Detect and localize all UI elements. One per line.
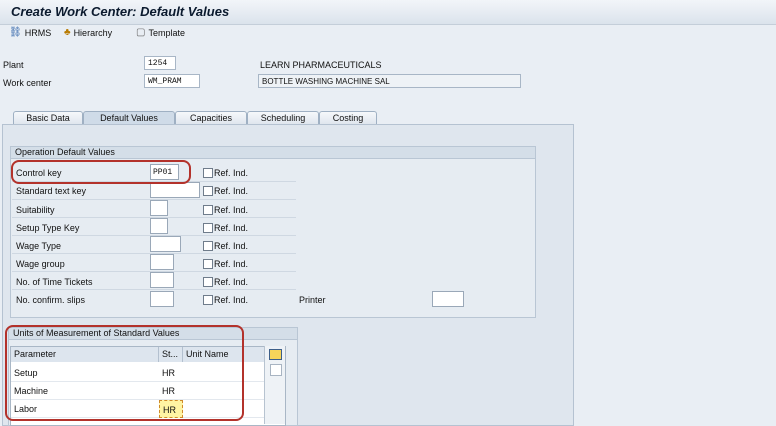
link-icon: ⛓: [9, 27, 22, 38]
window-title: Create Work Center: Default Values: [11, 4, 230, 19]
plant-description: LEARN PHARMACEUTICALS: [260, 60, 382, 70]
hrms-label: HRMS: [24, 28, 52, 38]
table-cell-unit-name: [183, 382, 265, 400]
hierarchy-icon: ♣: [64, 27, 71, 38]
tab-costing[interactable]: Costing: [319, 111, 377, 124]
work-center-field[interactable]: WM_PRAM: [144, 74, 200, 88]
wage-type-input[interactable]: [150, 236, 181, 252]
units-title: Units of Measurement of Standard Values: [9, 328, 297, 340]
confirm-slips-label: No. confirm. slips: [16, 295, 86, 305]
time-tickets-ref-checkbox[interactable]: [203, 277, 213, 287]
table-cell-parameter: Labor: [11, 400, 159, 418]
scroll-thumb[interactable]: [270, 364, 282, 376]
wage-group-input[interactable]: [150, 254, 174, 270]
confirm-slips-input[interactable]: [150, 291, 174, 307]
table-cell-unit[interactable]: HR: [159, 382, 183, 400]
table-settings-icon[interactable]: [269, 349, 282, 360]
row-divider: [12, 289, 296, 290]
wage-group-ref-checkbox[interactable]: [203, 259, 213, 269]
wage-type-ref-label: Ref. Ind.: [214, 241, 249, 251]
setup-type-key-label: Setup Type Key: [16, 223, 80, 233]
wage-type-label: Wage Type: [16, 241, 62, 251]
tab-capacities[interactable]: Capacities: [175, 111, 247, 124]
confirm-slips-ref-label: Ref. Ind.: [214, 295, 249, 305]
control-key-ref-label: Ref. Ind.: [214, 168, 249, 178]
control-key-label: Control key: [16, 168, 62, 178]
template-label: Template: [148, 28, 185, 38]
suitability-ref-checkbox[interactable]: [203, 205, 213, 215]
plant-field[interactable]: 1254: [144, 56, 176, 70]
wage-group-ref-label: Ref. Ind.: [214, 259, 249, 269]
standard-text-key-ref-label: Ref. Ind.: [214, 186, 249, 196]
setup-type-key-ref-checkbox[interactable]: [203, 223, 213, 233]
tab-basic-data[interactable]: Basic Data: [13, 111, 83, 124]
tab-scheduling[interactable]: Scheduling: [247, 111, 319, 124]
hierarchy-label: Hierarchy: [73, 28, 113, 38]
setup-type-key-input[interactable]: [150, 218, 168, 234]
units-table: Parameter St... Unit Name Setup HR Machi…: [10, 346, 286, 426]
wage-type-ref-checkbox[interactable]: [203, 241, 213, 251]
suitability-label: Suitability: [16, 205, 55, 215]
hierarchy-button[interactable]: ♣ Hierarchy: [64, 27, 113, 39]
time-tickets-input[interactable]: [150, 272, 174, 288]
control-key-ref-checkbox[interactable]: [203, 168, 213, 178]
suitability-ref-label: Ref. Ind.: [214, 205, 249, 215]
confirm-slips-ref-checkbox[interactable]: [203, 295, 213, 305]
table-cell-unit-name: [183, 364, 265, 382]
operation-defaults-title: Operation Default Values: [11, 147, 535, 159]
setup-type-key-ref-label: Ref. Ind.: [214, 223, 249, 233]
standard-text-key-input[interactable]: [150, 182, 200, 198]
control-key-input[interactable]: PP01: [150, 164, 179, 180]
column-header-standard-unit[interactable]: St...: [159, 347, 183, 362]
application-toolbar: ⛓ HRMS ♣ Hierarchy ▢ Template: [0, 25, 776, 43]
table-cell-parameter: Setup: [11, 364, 159, 382]
time-tickets-ref-label: Ref. Ind.: [214, 277, 249, 287]
wage-group-label: Wage group: [16, 259, 65, 269]
time-tickets-label: No. of Time Tickets: [16, 277, 93, 287]
table-cell-unit-focused[interactable]: HR: [159, 400, 183, 418]
table-cell-parameter: Machine: [11, 382, 159, 400]
standard-text-key-label: Standard text key: [16, 186, 87, 196]
title-bar: Create Work Center: Default Values: [0, 0, 776, 25]
suitability-input[interactable]: [150, 200, 168, 216]
tab-default-values[interactable]: Default Values: [83, 111, 175, 124]
table-cell-unit[interactable]: HR: [159, 364, 183, 382]
template-icon: ▢: [136, 27, 146, 38]
units-table-scrollbar[interactable]: [264, 346, 285, 424]
template-button[interactable]: ▢ Template: [136, 27, 185, 39]
column-header-unit-name[interactable]: Unit Name: [183, 347, 265, 362]
standard-text-key-ref-checkbox[interactable]: [203, 186, 213, 196]
work-center-description-field[interactable]: BOTTLE WASHING MACHINE SAL: [258, 74, 521, 88]
printer-label: Printer: [299, 295, 326, 305]
plant-label: Plant: [3, 60, 24, 70]
printer-input[interactable]: [432, 291, 464, 307]
column-header-parameter[interactable]: Parameter: [11, 347, 159, 362]
work-center-label: Work center: [3, 78, 52, 88]
hrms-button[interactable]: ⛓ HRMS: [9, 27, 52, 39]
table-cell-unit-name: [183, 400, 265, 418]
